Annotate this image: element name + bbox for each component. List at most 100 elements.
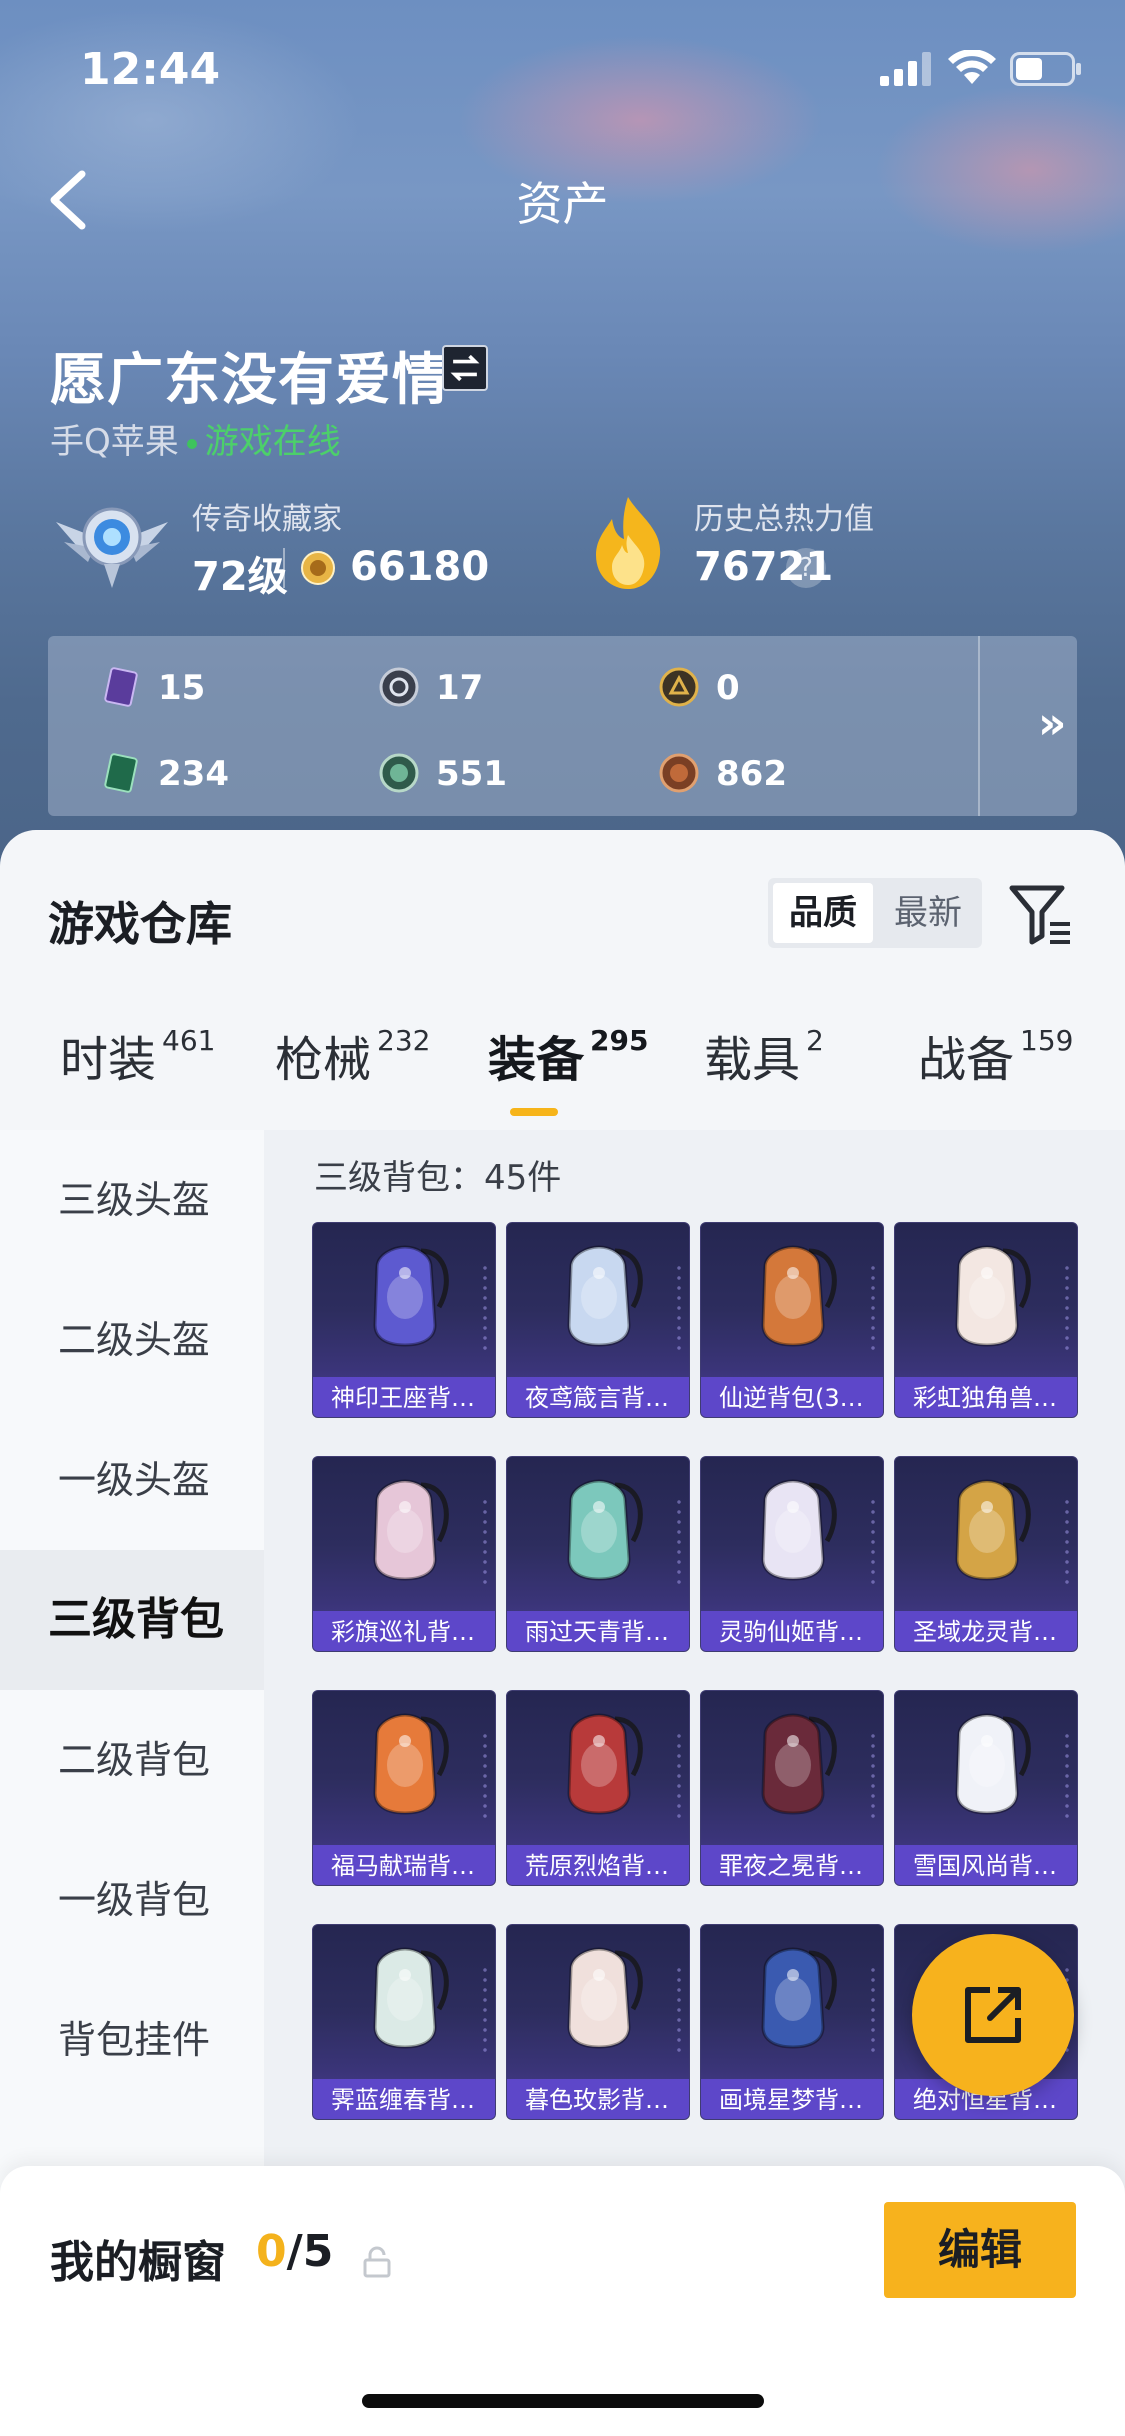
item-card[interactable]: 雪国风尚背… <box>894 1690 1078 1886</box>
item-card[interactable]: 神印王座背… <box>312 1222 496 1418</box>
active-tab-indicator <box>510 1108 558 1116</box>
item-name: 圣域龙灵背… <box>895 1611 1077 1651</box>
external-link-icon <box>965 1987 1021 2043</box>
green-coin-icon <box>379 753 419 793</box>
sidebar-item-helmet-1[interactable]: 一级头盔 <box>0 1410 264 1550</box>
username: 愿广东没有爱情 <box>50 348 449 413</box>
backpack-image-icon <box>761 1479 837 1581</box>
online-dot-icon <box>186 438 197 449</box>
asset-counts-panel: 15 17 0 234 551 862 » <box>48 636 1077 816</box>
item-name: 荒原烈焰背… <box>507 1845 689 1885</box>
status-bar: 12:44 <box>0 0 1125 130</box>
backpack-image-icon <box>761 1947 837 2049</box>
backpack-image-icon <box>373 1947 449 2049</box>
filter-icon[interactable] <box>1008 882 1074 946</box>
silver-badge-icon <box>379 667 419 707</box>
item-name: 雨过天青背… <box>507 1611 689 1651</box>
sort-newest-button[interactable]: 最新 <box>878 883 978 943</box>
sidebar-item-backpack-2[interactable]: 二级背包 <box>0 1690 264 1830</box>
showcase-current: 0 <box>256 2226 287 2277</box>
tab-weapons[interactable]: 枪械 232 <box>275 1020 430 1120</box>
count-value: 551 <box>436 754 507 794</box>
page-title: 资产 <box>516 177 609 231</box>
gold-coin-icon <box>301 551 335 585</box>
backpack-image-icon <box>955 1713 1031 1815</box>
tab-label: 枪械 <box>275 1032 372 1088</box>
sidebar-item-helmet-3[interactable]: 三级头盔 <box>0 1130 264 1270</box>
sidebar-item-backpack-3[interactable]: 三级背包 <box>0 1550 264 1690</box>
count-value: 0 <box>716 668 740 708</box>
tab-count: 461 <box>162 1024 216 1057</box>
sidebar-item-backpack-1[interactable]: 一级背包 <box>0 1830 264 1970</box>
item-card[interactable]: 雨过天青背… <box>506 1456 690 1652</box>
item-card[interactable]: 彩虹独角兽… <box>894 1222 1078 1418</box>
item-name: 雪国风尚背… <box>895 1845 1077 1885</box>
divider <box>978 636 980 816</box>
tab-fashion[interactable]: 时装 461 <box>60 1020 215 1120</box>
item-name: 仙逆背包(3… <box>701 1377 883 1417</box>
cellular-signal-icon <box>880 52 931 86</box>
item-name: 神印王座背… <box>313 1377 495 1417</box>
tab-supplies[interactable]: 战备 159 <box>918 1020 1073 1120</box>
home-indicator <box>362 2394 764 2408</box>
backpack-image-icon <box>373 1245 449 1347</box>
tab-count: 295 <box>590 1024 649 1057</box>
backpack-image-icon <box>955 1479 1031 1581</box>
tab-equipment[interactable]: 装备 295 <box>488 1020 648 1120</box>
content-label: 三级背包：45件 <box>314 1158 562 1198</box>
sort-toggle: 品质 最新 <box>768 878 982 948</box>
tab-label: 时装 <box>60 1032 157 1088</box>
item-card[interactable]: 霁蓝缠春背… <box>312 1924 496 2120</box>
item-card[interactable]: 灵驹仙姬背… <box>700 1456 884 1652</box>
item-name: 福马献瑞背… <box>313 1845 495 1885</box>
tab-label: 战备 <box>918 1032 1015 1088</box>
item-name: 画境星梦背… <box>701 2079 883 2119</box>
category-tabs: 时装 461 枪械 232 装备 295 载具 2 战备 159 <box>0 1020 1125 1120</box>
item-name: 彩虹独角兽… <box>895 1377 1077 1417</box>
gold-badge-icon <box>659 667 699 707</box>
backpack-image-icon <box>567 1245 643 1347</box>
item-card[interactable]: 暮色玫影背… <box>506 1924 690 2120</box>
platform-row: 手Q苹果 游戏在线 <box>50 414 341 463</box>
item-card[interactable]: 画境星梦背… <box>700 1924 884 2120</box>
tab-count: 232 <box>377 1024 431 1057</box>
backpack-image-icon <box>373 1479 449 1581</box>
sidebar-item-helmet-2[interactable]: 二级头盔 <box>0 1270 264 1410</box>
count-value: 15 <box>158 668 206 708</box>
share-button[interactable] <box>912 1934 1074 2096</box>
sort-quality-button[interactable]: 品质 <box>773 883 873 943</box>
coin-value: 66180 <box>350 544 490 590</box>
bronze-coin-icon <box>659 753 699 793</box>
rank-title: 传奇收藏家 <box>192 502 342 537</box>
online-status: 游戏在线 <box>204 422 341 462</box>
tab-count: 2 <box>806 1024 824 1057</box>
tab-vehicles[interactable]: 载具 2 <box>704 1020 824 1120</box>
item-card[interactable]: 仙逆背包(3… <box>700 1222 884 1418</box>
item-card[interactable]: 夜鸢箴言背… <box>506 1222 690 1418</box>
item-name: 霁蓝缠春背… <box>313 2079 495 2119</box>
switch-account-icon[interactable] <box>442 345 488 391</box>
item-card[interactable]: 福马献瑞背… <box>312 1690 496 1886</box>
header-background: 12:44 资产 愿广东没有爱情 手Q苹果 游戏在线 传奇收藏家 72级 661… <box>0 0 1125 880</box>
showcase-total: /5 <box>286 2226 334 2277</box>
item-card[interactable]: 罪夜之冕背… <box>700 1690 884 1886</box>
lock-icon <box>363 2246 391 2278</box>
count-value: 234 <box>158 754 229 794</box>
help-icon[interactable]: ? <box>786 548 826 588</box>
rank-level: 72级 <box>192 554 288 600</box>
item-card[interactable]: 圣域龙灵背… <box>894 1456 1078 1652</box>
status-time: 12:44 <box>80 44 221 95</box>
count-value: 17 <box>436 668 484 708</box>
sidebar-item-backpack-charm[interactable]: 背包挂件 <box>0 1970 264 2110</box>
item-name: 暮色玫影背… <box>507 2079 689 2119</box>
showcase-count: 0/5 <box>256 2226 333 2277</box>
count-value: 862 <box>716 754 787 794</box>
battery-icon <box>1010 52 1081 86</box>
item-card[interactable]: 荒原烈焰背… <box>506 1690 690 1886</box>
edit-button[interactable]: 编辑 <box>884 2202 1076 2298</box>
item-card[interactable]: 彩旗巡礼背… <box>312 1456 496 1652</box>
tab-label: 载具 <box>704 1032 801 1088</box>
purple-card-icon <box>104 667 138 707</box>
more-counts-button[interactable]: » <box>1038 698 1098 754</box>
backpack-image-icon <box>567 1947 643 2049</box>
